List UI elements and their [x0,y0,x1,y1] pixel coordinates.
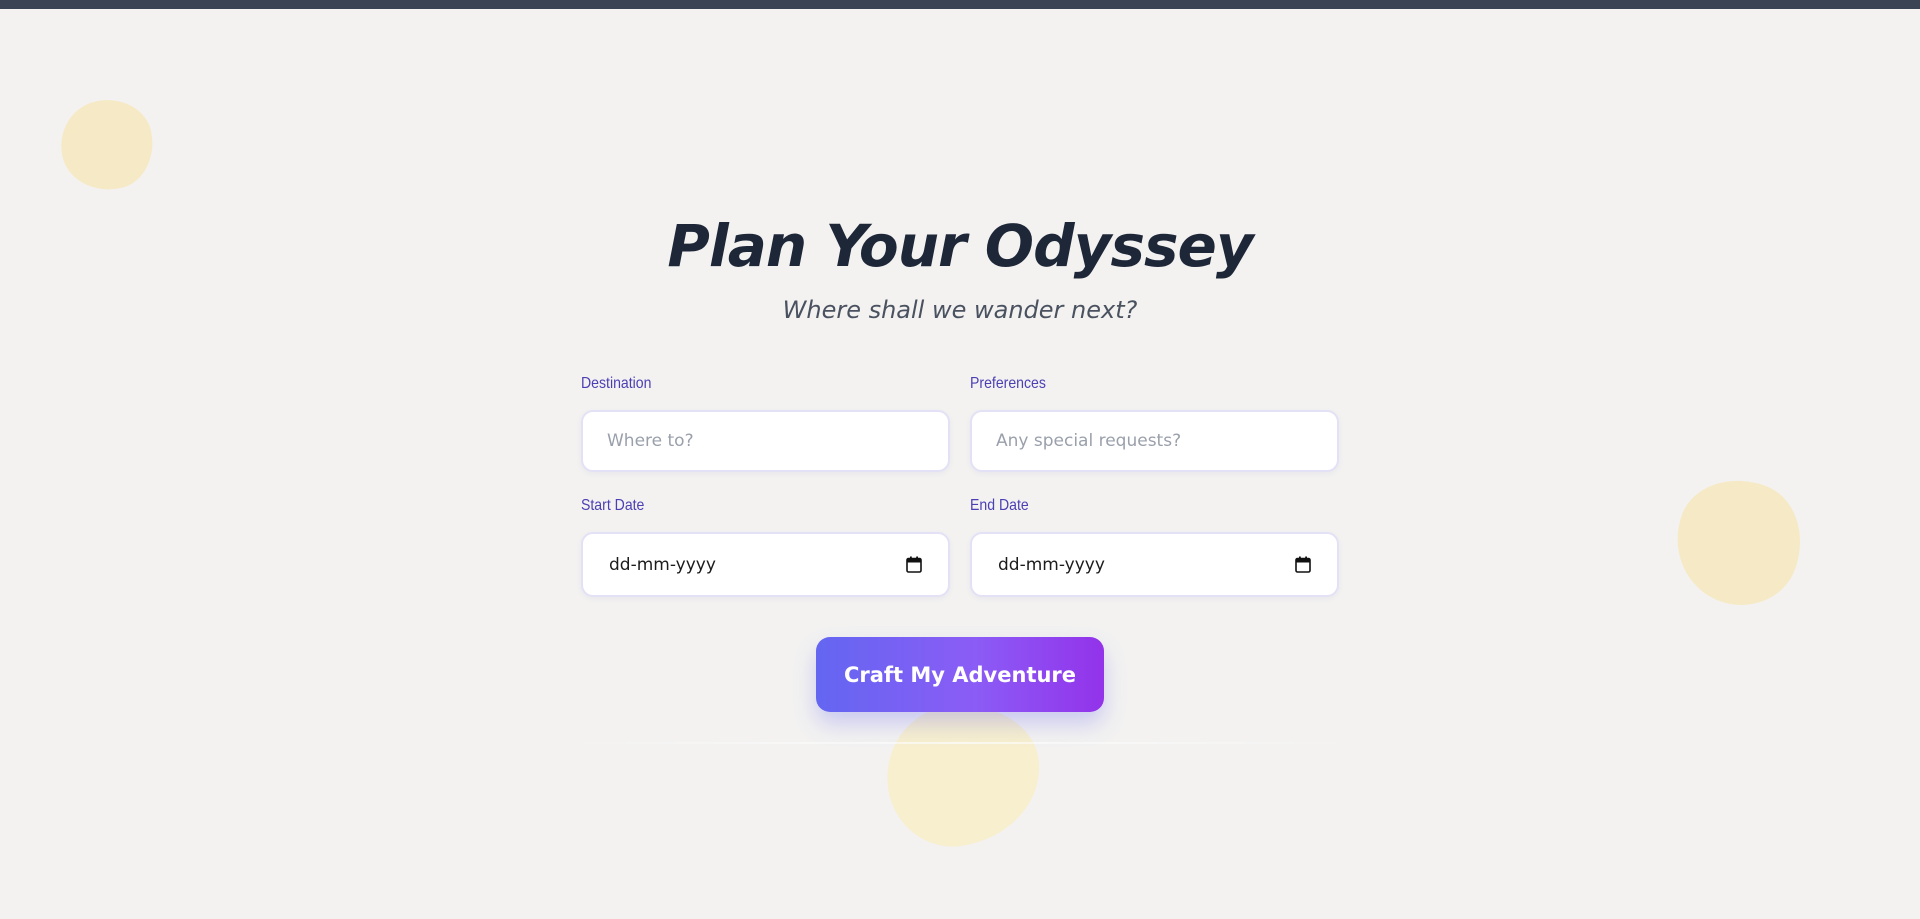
preferences-input[interactable] [970,410,1339,472]
craft-adventure-button[interactable]: Craft My Adventure [816,637,1104,712]
start-date-input[interactable]: dd-mm-yyyy [581,532,950,597]
decorative-blob-right [1658,462,1819,622]
decorative-blob-bottom [878,695,1049,855]
start-date-value: dd-mm-yyyy [609,554,716,575]
calendar-icon[interactable] [906,556,922,573]
top-bar [0,0,1920,9]
preferences-label: Preferences [970,375,1046,392]
end-date-label: End Date [970,497,1029,514]
divider [560,742,1360,744]
calendar-icon[interactable] [1295,556,1311,573]
decorative-blob-top-left [52,91,162,199]
page-title: Plan Your Odyssey [667,212,1253,280]
start-date-label: Start Date [581,497,645,514]
end-date-input[interactable]: dd-mm-yyyy [970,532,1339,597]
destination-label: Destination [581,375,652,392]
destination-input[interactable] [581,410,950,472]
end-date-value: dd-mm-yyyy [998,554,1105,575]
page-subtitle: Where shall we wander next? [782,296,1138,324]
